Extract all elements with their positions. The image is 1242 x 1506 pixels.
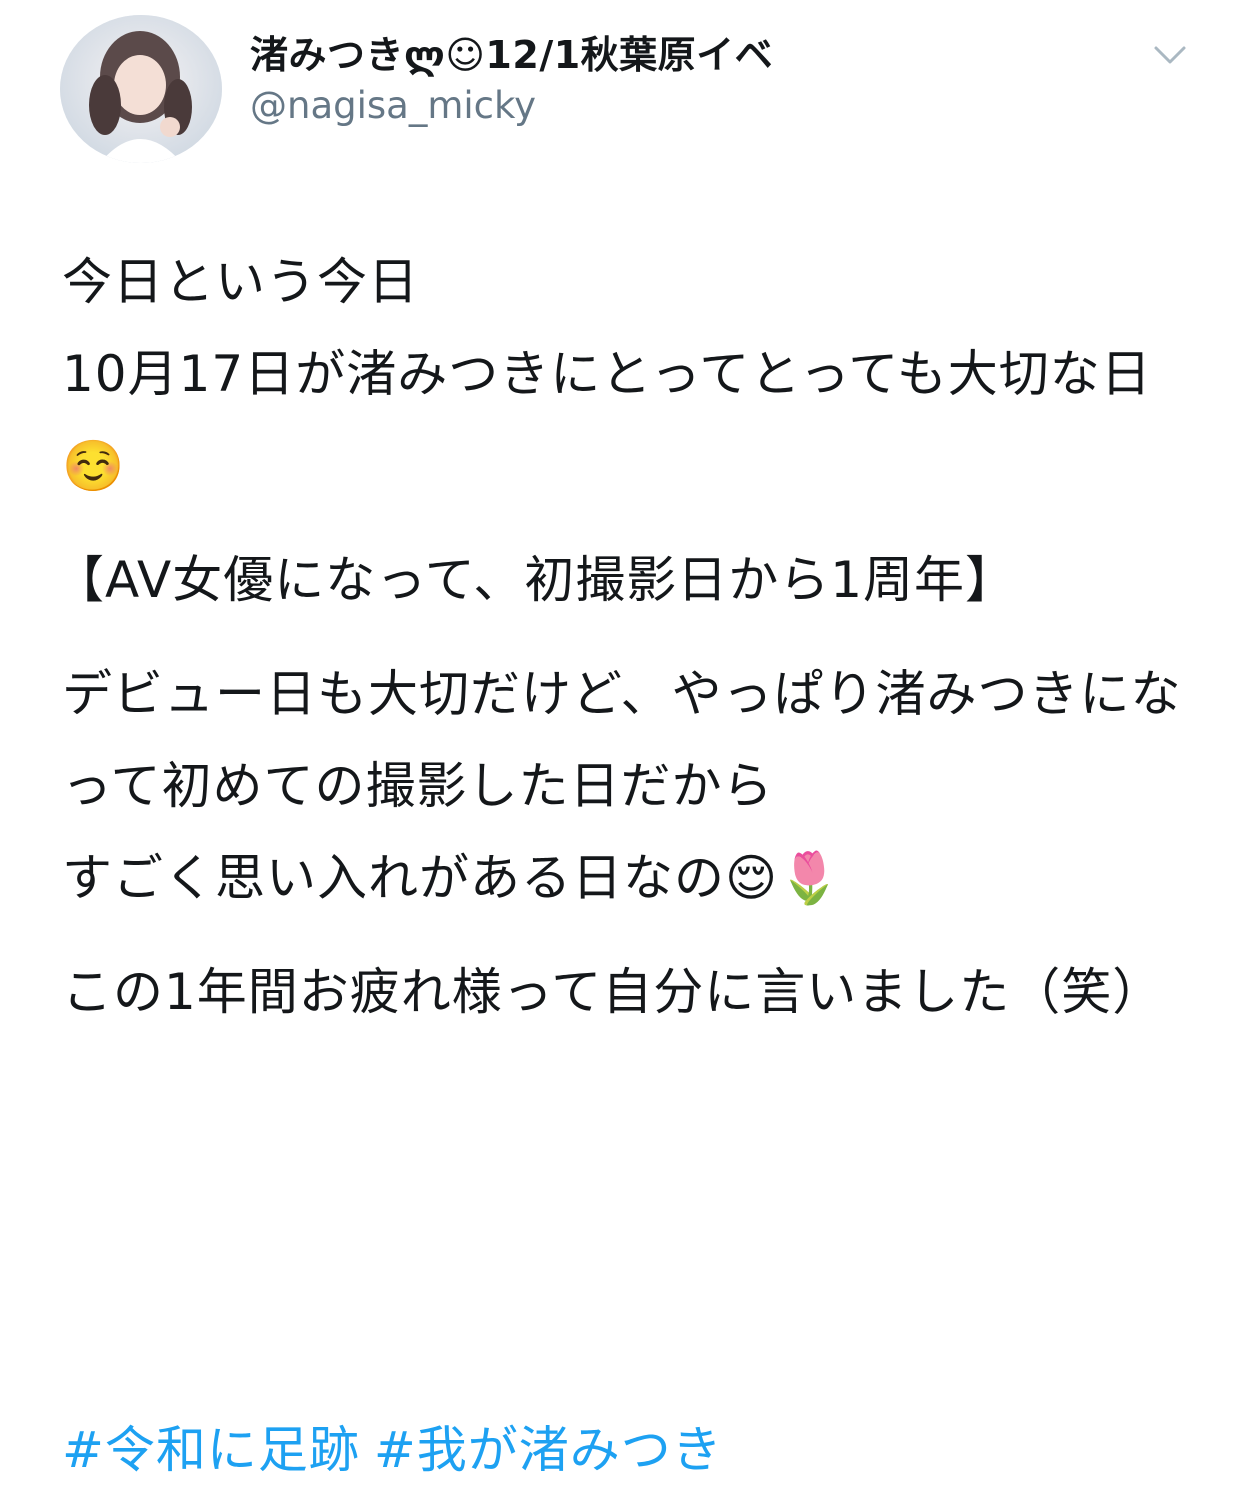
hashtag-list: #令和に足跡 #我が渚みつき (62, 1404, 737, 1496)
tweet-paragraph: この1年間お疲れ様って自分に言いました（笑） (62, 963, 1164, 1021)
tweet-text: 今日という今日 10月17日が渚みつきにとってとっても大切な日☺️ 【AV女優に… (54, 236, 1182, 1060)
author-display-name[interactable]: 渚みつきლ☺12/1秋葉原イベ (250, 24, 773, 79)
avatar[interactable] (60, 15, 222, 163)
tweet-paragraph: 【AV女優になって、初撮影日から1周年】 (54, 551, 1017, 609)
hashtag-link[interactable]: #令和に足跡 (62, 1421, 360, 1479)
hashtag-link[interactable]: #我が渚みつき (374, 1421, 723, 1479)
tweet-paragraph: デビュー日も大切だけど、やっぱり渚みつきになって初めての撮影した日だから すごく… (62, 665, 1182, 907)
chevron-down-icon[interactable] (1150, 40, 1190, 70)
tweet-paragraph: 今日という今日 10月17日が渚みつきにとってとっても大切な日☺️ (62, 253, 1152, 495)
author-handle[interactable]: @nagisa_micky (250, 84, 536, 127)
tweet-header: 渚みつきლ☺12/1秋葉原イベ @nagisa_micky (0, 0, 1242, 200)
profile-photo-icon (60, 15, 222, 163)
